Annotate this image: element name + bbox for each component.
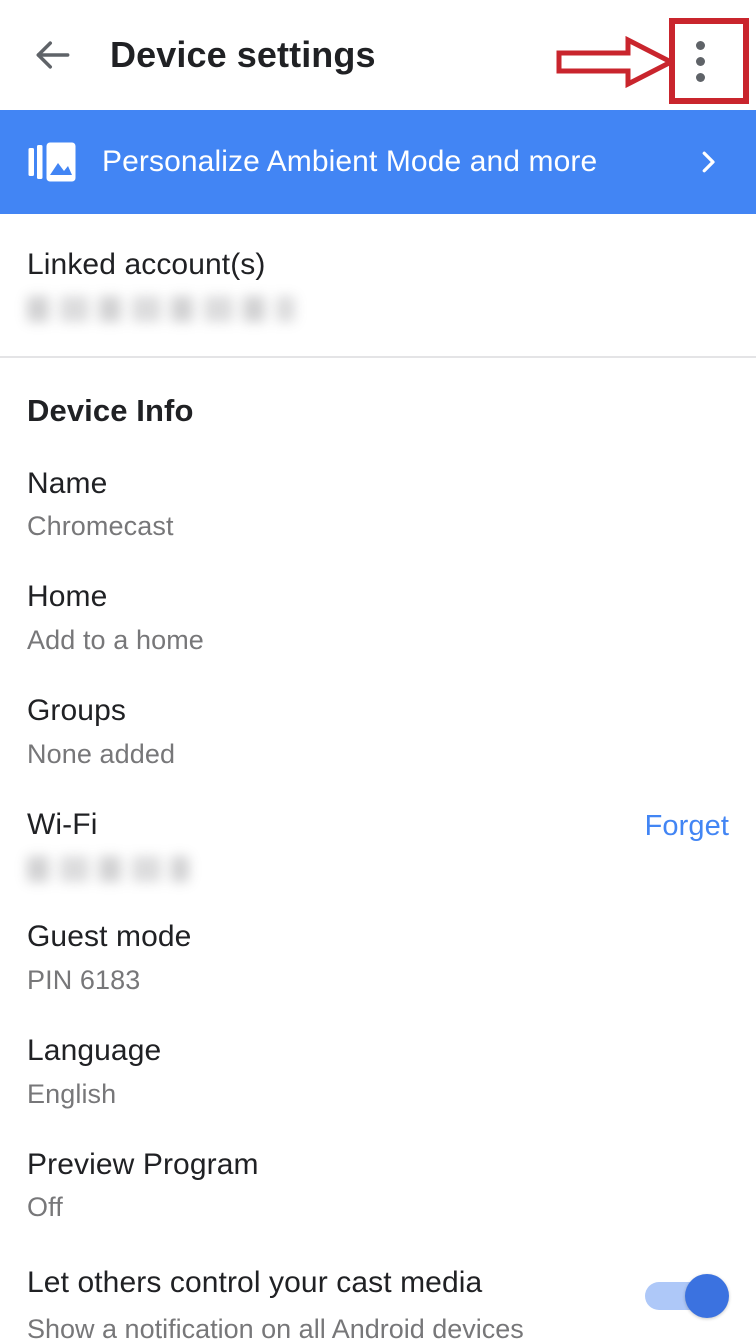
setting-row-home-value: Add to a home [27,624,204,655]
setting-row-home-label: Home [27,580,108,614]
linked-accounts-label: Linked account(s) [27,248,266,281]
setting-row-name-label: Name [27,466,108,500]
setting-row-language-label: Language [27,1034,162,1068]
setting-row-language[interactable]: Language English [27,996,729,1110]
setting-row-groups-label: Groups [27,694,126,728]
wifi-forget-link[interactable]: Forget [645,808,729,843]
device-info-heading: Device Info [27,392,194,428]
settings-content: Linked account(s) Device Info Name Chrom… [0,214,756,1344]
arrow-left-icon [31,33,75,77]
page-title: Device settings [110,34,376,75]
cast-control-label: Let others control your cast media [27,1265,483,1299]
setting-row-guest-mode[interactable]: Guest mode PIN 6183 [27,882,729,996]
setting-row-wifi[interactable]: Wi-Fi Forget [27,770,729,883]
setting-row-guest-mode-label: Guest mode [27,920,192,954]
device-info-section: Device Info Name Chromecast Home Add to … [0,358,756,1344]
cast-control-toggle[interactable] [645,1273,729,1318]
setting-row-preview-program-label: Preview Program [27,1147,259,1181]
ambient-photo-gallery-icon [26,136,78,188]
setting-row-name[interactable]: Name Chromecast [27,429,729,543]
ambient-mode-banner[interactable]: Personalize Ambient Mode and more [0,110,756,214]
setting-row-wifi-label: Wi-Fi [27,808,98,842]
setting-row-groups[interactable]: Groups None added [27,656,729,770]
linked-accounts-row[interactable]: Linked account(s) [0,214,756,356]
back-button[interactable] [14,16,92,94]
setting-row-language-value: English [27,1078,117,1109]
more-vertical-icon-dot-3 [695,72,705,82]
cast-control-text: Let others control your cast media Show … [27,1266,625,1344]
linked-accounts-value-redacted [27,295,295,322]
setting-row-preview-program[interactable]: Preview Program Off [27,1110,729,1224]
chevron-right-icon [686,140,730,184]
setting-row-preview-program-value: Off [27,1192,63,1223]
ambient-mode-banner-label: Personalize Ambient Mode and more [102,145,598,178]
setting-row-groups-value: None added [27,738,176,769]
app-bar: Device settings [0,0,756,110]
setting-row-cast-control[interactable]: Let others control your cast media Show … [27,1224,729,1344]
more-vertical-icon-dot-1 [695,40,705,50]
setting-row-wifi-top: Wi-Fi Forget [27,808,729,843]
setting-row-wifi-value-redacted [27,856,189,883]
device-settings-screen: Device settings Personalize Ambient Mode… [0,0,756,1344]
setting-row-guest-mode-value: PIN 6183 [27,964,141,995]
setting-row-home[interactable]: Home Add to a home [27,542,729,656]
more-vertical-icon-dot-2 [695,56,705,66]
cast-control-description: Show a notification on all Android devic… [27,1314,524,1344]
setting-row-name-value: Chromecast [27,511,174,541]
overflow-menu-button[interactable] [656,16,744,106]
cast-control-toggle-thumb [685,1273,729,1318]
